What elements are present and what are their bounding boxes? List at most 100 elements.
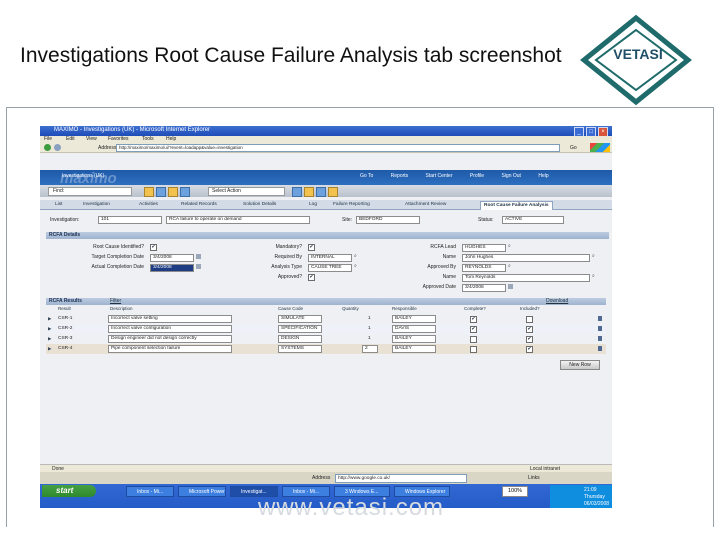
delete-row-icon[interactable] bbox=[598, 326, 602, 331]
expand-row-icon[interactable]: ▶ bbox=[48, 326, 51, 332]
menu-view[interactable]: View bbox=[86, 136, 97, 142]
delete-row-icon[interactable] bbox=[598, 316, 602, 321]
magnifier-icon[interactable]: ⌕ bbox=[592, 274, 597, 279]
actual-date-field[interactable]: 3/4/2008 bbox=[150, 264, 194, 272]
status-field[interactable]: ACTIVE bbox=[502, 216, 564, 224]
row-included-checkbox[interactable]: ✔ bbox=[526, 346, 533, 353]
mandatory-checkbox[interactable]: ✔ bbox=[308, 244, 315, 251]
find-input[interactable]: Find: bbox=[48, 187, 132, 196]
name2-field[interactable]: Tom Reynolds bbox=[462, 274, 590, 282]
delete-row-icon[interactable] bbox=[598, 336, 602, 341]
name1-field[interactable]: John Hughes bbox=[462, 254, 590, 262]
row-responsible[interactable]: BAILEY bbox=[392, 315, 436, 323]
tab-solution-details[interactable]: Solution Details bbox=[240, 201, 279, 209]
row-cause[interactable]: DESIGN bbox=[278, 335, 322, 343]
required-by-field[interactable]: INTERNAL bbox=[308, 254, 352, 262]
tab-investigation[interactable]: Investigation bbox=[80, 201, 113, 209]
row-included-checkbox[interactable] bbox=[526, 316, 533, 323]
magnifier-icon[interactable]: ⌕ bbox=[592, 254, 597, 259]
row-description[interactable]: Pipe component selection failure bbox=[108, 345, 232, 353]
col-cause-code[interactable]: Cause Code bbox=[278, 306, 303, 311]
query-icon[interactable] bbox=[292, 187, 302, 197]
lead-field[interactable]: HUGHES bbox=[462, 244, 506, 252]
table-row[interactable]: ▶ CSR-4 Pipe component selection failure… bbox=[46, 344, 606, 354]
table-row[interactable]: ▶ CSR-2 Incorrect valve configuration SP… bbox=[46, 324, 606, 334]
profile-link[interactable]: Profile bbox=[470, 173, 484, 179]
site-field[interactable]: BEDFORD bbox=[356, 216, 420, 224]
row-complete-checkbox[interactable] bbox=[470, 346, 477, 353]
goto-link[interactable]: Go To bbox=[360, 173, 373, 179]
tab-log[interactable]: Log bbox=[306, 201, 320, 209]
target-date-field[interactable]: 3/4/2008 bbox=[150, 254, 194, 262]
row-cause[interactable]: SYSTEMS bbox=[278, 345, 322, 353]
status-icon[interactable] bbox=[328, 187, 338, 197]
root-cause-checkbox[interactable]: ✔ bbox=[150, 244, 157, 251]
sign-out-link[interactable]: Sign Out bbox=[501, 173, 520, 179]
col-complete[interactable]: Complete? bbox=[464, 306, 486, 311]
menu-edit[interactable]: Edit bbox=[66, 136, 75, 142]
row-description[interactable]: Incorrect valve configuration bbox=[108, 325, 232, 333]
forward-icon[interactable] bbox=[54, 144, 61, 151]
row-qty[interactable]: 2 bbox=[362, 345, 378, 353]
help-link[interactable]: Help bbox=[538, 173, 548, 179]
route-icon[interactable] bbox=[304, 187, 314, 197]
magnifier-icon[interactable]: ⌕ bbox=[354, 254, 359, 259]
row-complete-checkbox[interactable]: ✔ bbox=[470, 316, 477, 323]
magnifier-icon[interactable]: ⌕ bbox=[508, 244, 513, 249]
approved-checkbox[interactable]: ✔ bbox=[308, 274, 315, 281]
tab-failure-reporting[interactable]: Failure Reporting bbox=[330, 201, 373, 209]
menu-help[interactable]: Help bbox=[166, 136, 176, 142]
row-description[interactable]: Design engineer did not design correctly bbox=[108, 335, 232, 343]
expand-row-icon[interactable]: ▶ bbox=[48, 336, 51, 342]
investigation-field[interactable]: 101 bbox=[98, 216, 162, 224]
zoom-level[interactable]: 100% bbox=[502, 486, 528, 497]
calendar-icon[interactable] bbox=[196, 264, 201, 269]
col-included[interactable]: Included? bbox=[520, 306, 540, 311]
row-included-checkbox[interactable]: ✔ bbox=[526, 336, 533, 343]
table-row[interactable]: ▶ CSR-1 Incorrect valve setting SIMULATE… bbox=[46, 314, 606, 324]
row-complete-checkbox[interactable]: ✔ bbox=[470, 326, 477, 333]
calendar-icon[interactable] bbox=[196, 254, 201, 259]
tab-attachment-review[interactable]: Attachment Review bbox=[402, 201, 449, 209]
go-button[interactable]: Go bbox=[570, 145, 577, 151]
select-action-dropdown[interactable]: Select Action bbox=[208, 187, 285, 196]
start-button[interactable]: start bbox=[42, 485, 96, 497]
magnifier-icon[interactable]: ⌕ bbox=[354, 264, 359, 269]
next-record-icon[interactable] bbox=[316, 187, 326, 197]
task-powerpoint[interactable]: Microsoft PowerP... bbox=[178, 486, 226, 497]
row-cause[interactable]: SIMULATE bbox=[278, 315, 322, 323]
row-cause[interactable]: SPECIFICATION bbox=[278, 325, 322, 333]
row-responsible[interactable]: BAILEY bbox=[392, 345, 436, 353]
calendar-icon[interactable] bbox=[508, 284, 513, 289]
expand-row-icon[interactable]: ▶ bbox=[48, 316, 51, 322]
menu-tools[interactable]: Tools bbox=[142, 136, 154, 142]
tab-list[interactable]: List bbox=[52, 201, 65, 209]
approved-by-field[interactable]: REYNOLDS bbox=[462, 264, 506, 272]
analysis-type-field[interactable]: CAUSE TREE bbox=[308, 264, 352, 272]
approved-date-field[interactable]: 3/4/2008 bbox=[462, 284, 506, 292]
bulletin-icon[interactable] bbox=[168, 187, 178, 197]
taskbar-links[interactable]: Links bbox=[528, 475, 540, 481]
reports-link[interactable]: Reports bbox=[391, 173, 409, 179]
download-link[interactable]: Download bbox=[546, 298, 568, 305]
row-included-checkbox[interactable]: ✔ bbox=[526, 326, 533, 333]
menu-favorites[interactable]: Favorites bbox=[108, 136, 129, 142]
row-description[interactable]: Incorrect valve setting bbox=[108, 315, 232, 323]
new-record-icon[interactable] bbox=[144, 187, 154, 197]
tab-activities[interactable]: Activities bbox=[136, 201, 161, 209]
tab-root-cause-failure-analysis[interactable]: Root Cause Failure Analysis bbox=[480, 201, 553, 210]
row-complete-checkbox[interactable] bbox=[470, 336, 477, 343]
col-responsible[interactable]: Responsible bbox=[392, 306, 417, 311]
row-responsible[interactable]: BAILEY bbox=[392, 335, 436, 343]
menu-file[interactable]: File bbox=[44, 136, 52, 142]
table-row[interactable]: ▶ CSR-3 Design engineer did not design c… bbox=[46, 334, 606, 344]
back-icon[interactable] bbox=[44, 144, 51, 151]
row-responsible[interactable]: DAVIS bbox=[392, 325, 436, 333]
taskbar-address-input[interactable]: http://www.google.co.uk/ bbox=[335, 474, 467, 483]
col-quantity[interactable]: Quantity bbox=[342, 306, 359, 311]
col-description[interactable]: Description bbox=[110, 306, 133, 311]
previous-record-icon[interactable] bbox=[180, 187, 190, 197]
start-center-link[interactable]: Start Center bbox=[426, 173, 453, 179]
tab-related-records[interactable]: Related Records bbox=[178, 201, 220, 209]
delete-row-icon[interactable] bbox=[598, 346, 602, 351]
